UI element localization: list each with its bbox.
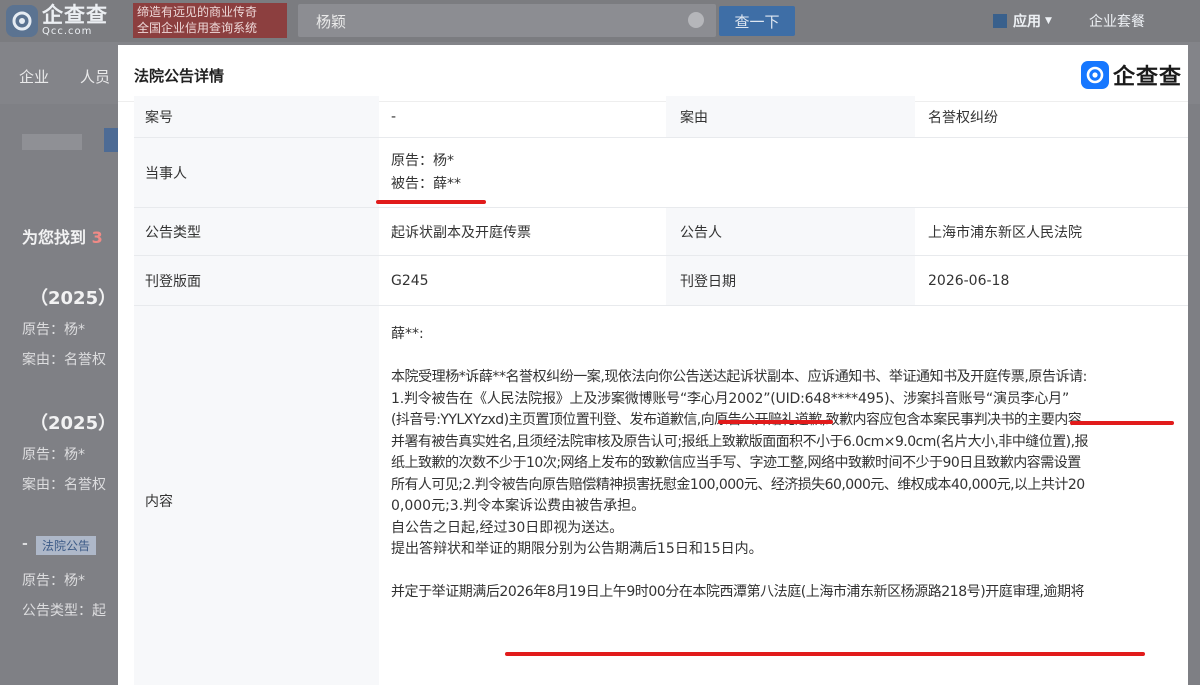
logo-text: 企查查 — [42, 3, 108, 27]
announcer-label: 公告人 — [666, 208, 915, 256]
defendant-text: 被告：薛** — [391, 176, 461, 192]
party-label: 当事人 — [134, 138, 379, 208]
content-label: 内容 — [134, 306, 379, 685]
apps-grid-icon — [993, 14, 1007, 28]
content-value: 薛**: 本院受理杨*诉薛**名誉权纠纷一案,现依法向你公告送达起诉状副本、应诉… — [379, 306, 1188, 685]
content-line: 所有人可见;2.判令被告向原告赔偿精神损害抚慰金100,000元、经济损失60,… — [391, 476, 1085, 493]
item-dash: - — [22, 536, 28, 552]
clear-icon[interactable] — [688, 12, 704, 28]
case-number-value: - — [379, 96, 666, 138]
case-cause: 案由：名誉权 — [22, 477, 106, 493]
modal-header: 法院公告详情 企查查 — [118, 45, 1188, 102]
publish-date-label: 刊登日期 — [666, 256, 915, 306]
highlight-underline-weibo — [718, 420, 833, 424]
case-cause: 案由：名誉权 — [22, 352, 106, 368]
result-count: 3 — [91, 228, 103, 247]
content-line — [391, 561, 1183, 583]
case-plaintiff: 原告：杨* — [22, 322, 85, 338]
content-line: 并署有被告真实姓名,且须经法院审核及原告认可;报纸上致歉版面面积不小于6.0cm… — [391, 433, 1088, 450]
result-list-background: 为您找到 3 （2025） 原告：杨* 案由：名誉权 （2025） 原告：杨* … — [0, 104, 118, 685]
highlight-underline-hearing — [505, 652, 1145, 656]
result-count-label: 为您找到 3 — [22, 228, 103, 247]
case-number-label: 案号 — [134, 96, 379, 138]
subnav-item-company[interactable]: 企业 — [19, 66, 49, 87]
qcc-brand-icon — [1080, 61, 1109, 89]
publish-page-label: 刊登版面 — [134, 256, 379, 306]
court-notice-modal: 法院公告详情 企查查 案号 - 案由 名誉权纠纷 当事人 原告：杨* 被告：薛*… — [118, 45, 1188, 685]
app-menu-label: 应用 — [1013, 14, 1041, 30]
background-right-edge — [1188, 104, 1200, 685]
case-cause-value: 名誉权纠纷 — [915, 96, 1188, 138]
publish-page-value: G245 — [379, 256, 666, 306]
qcc-logo[interactable]: 企查查 Qcc.com — [6, 4, 108, 37]
slogan-line-1: 缔造有远见的商业传奇 — [137, 5, 258, 19]
filter-button[interactable] — [104, 128, 118, 152]
slogan-line-2: 全国企业信用查询系统 — [137, 21, 258, 35]
party-value: 原告：杨* 被告：薛** — [379, 138, 1188, 208]
highlight-underline-defendant — [376, 200, 486, 204]
brand-logo: 企查查 — [1080, 59, 1182, 91]
search-button[interactable]: 查一下 — [719, 6, 795, 36]
case-cause-label: 案由 — [666, 96, 915, 138]
announcer-value: 上海市浦东新区人民法院 — [915, 208, 1188, 256]
chevron-down-icon: ▼ — [1045, 16, 1052, 26]
case-title[interactable]: （2025） — [30, 284, 116, 310]
modal-title: 法院公告详情 — [134, 67, 225, 85]
notice-type-value: 起诉状副本及开庭传票 — [379, 208, 666, 256]
content-line: 纸上致歉的次数不少于10次;网络上发布的致歉信应当手写、字迹工整,网络中致歉时间… — [391, 455, 1081, 471]
logo-domain: Qcc.com — [42, 26, 93, 37]
publish-date-value: 2026-06-18 — [915, 256, 1188, 306]
brand-text: 企查查 — [1112, 65, 1182, 90]
filter-placeholder — [22, 134, 82, 150]
notice-type: 公告类型：起 — [22, 603, 106, 619]
app-menu[interactable]: 应用 ▼ — [993, 11, 1052, 31]
notice-type-label: 公告类型 — [134, 208, 379, 256]
slogan-banner: 缔造有远见的商业传奇 全国企业信用查询系统 — [133, 3, 287, 38]
case-plaintiff: 原告：杨* — [22, 447, 85, 463]
content-line — [391, 346, 1183, 368]
top-bar: 企查查 Qcc.com 缔造有远见的商业传奇 全国企业信用查询系统 杨颖 查一下… — [0, 0, 1200, 42]
content-line: 并定于举证期满后2026年8月19日上午9时00分在本院西潭第八法庭(上海市浦东… — [391, 584, 1085, 600]
subnav-item-person[interactable]: 人员 — [80, 66, 110, 87]
case-plaintiff: 原告：杨* — [22, 573, 85, 589]
case-title[interactable]: （2025） — [30, 409, 116, 435]
search-value: 杨颖 — [316, 13, 347, 31]
court-notice-tag: 法院公告 — [36, 536, 97, 555]
plaintiff-text: 原告：杨* — [391, 153, 454, 169]
qcc-logo-icon — [6, 4, 38, 37]
corp-package-link[interactable]: 企业套餐 — [1089, 11, 1145, 31]
search-input[interactable]: 杨颖 — [298, 4, 716, 37]
content-line: 本院受理杨*诉薛**名誉权纠纷一案,现依法向你公告送达起诉状副本、应诉通知书、举… — [391, 369, 1087, 385]
content-line: 自公告之日起,经过30日即视为送达。 — [391, 519, 624, 536]
content-line: 提出答辩状和举证的期限分别为公告期满后15日和15日内。 — [391, 541, 763, 557]
content-line: 薛**: — [391, 326, 424, 342]
content-line: 1.判令被告在《人民法院报》上及涉案微博账号“李心月2002”(UID:648*… — [391, 390, 1070, 407]
content-line: 0,000元;3.判令本案诉讼费由被告承担。 — [391, 498, 646, 514]
highlight-underline-douyin — [1070, 421, 1174, 425]
notice-content-text: 薛**: 本院受理杨*诉薛**名誉权纠纷一案,现依法向你公告送达起诉状副本、应诉… — [391, 324, 1183, 604]
